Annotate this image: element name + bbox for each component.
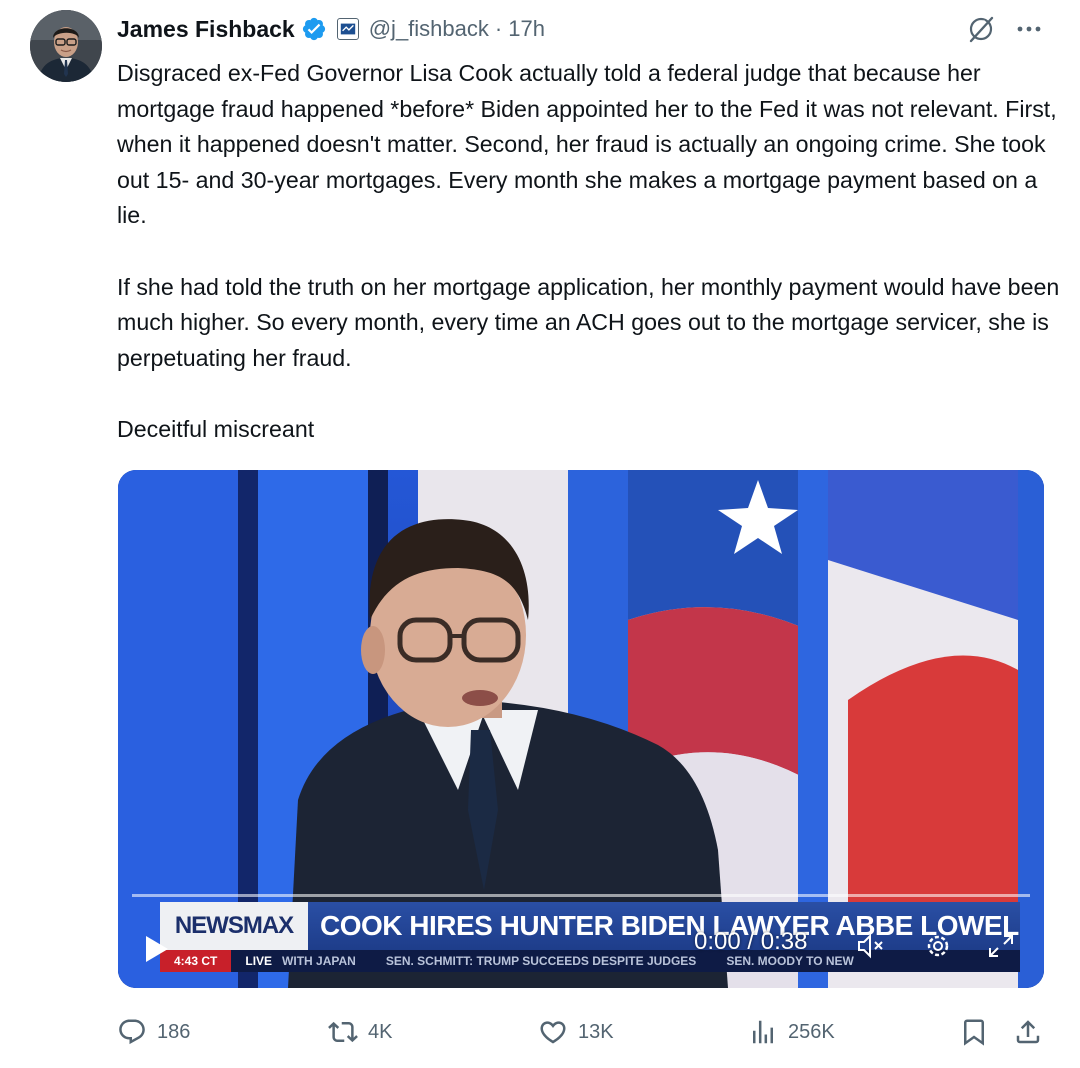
repost-button[interactable]: 4K <box>328 1010 392 1054</box>
fullscreen-icon[interactable] <box>986 932 1016 960</box>
views-button[interactable]: 256K <box>748 1010 835 1054</box>
mute-icon[interactable] <box>856 932 886 960</box>
tweet-header: James Fishback @j_fishback · 17h <box>117 12 545 46</box>
user-handle[interactable]: @j_fishback <box>369 16 489 42</box>
verified-badge-icon[interactable] <box>301 16 327 42</box>
tweet-paragraph: Deceitful miscreant <box>117 415 315 442</box>
video-progress-bar[interactable] <box>132 894 1030 897</box>
heart-icon <box>540 1021 566 1044</box>
video-player[interactable]: NEWSMAX COOK HIRES HUNTER BIDEN LAWYER A… <box>118 470 1044 988</box>
news-headline: COOK HIRES HUNTER BIDEN LAWYER ABBE LOWE… <box>308 902 1020 950</box>
tweet-text: Disgraced ex-Fed Governor Lisa Cook actu… <box>117 56 1062 448</box>
separator-dot: · <box>494 16 503 41</box>
tweet-paragraph: If she had told the truth on her mortgag… <box>117 273 1060 371</box>
play-icon[interactable] <box>144 934 170 964</box>
ticker-item: WITH JAPAN <box>282 954 356 968</box>
timestamp[interactable]: 17h <box>508 16 545 42</box>
bookmark-icon <box>964 1019 984 1046</box>
like-button[interactable]: 13K <box>538 1010 614 1054</box>
tweet-paragraph: Disgraced ex-Fed Governor Lisa Cook actu… <box>117 60 1057 229</box>
reply-count: 186 <box>157 1020 191 1043</box>
repost-count: 4K <box>368 1020 393 1043</box>
more-options-icon[interactable] <box>1014 16 1044 42</box>
avatar-image <box>30 10 102 82</box>
views-count: 256K <box>788 1020 835 1043</box>
video-timecode: 0:00 / 0:38 <box>694 928 808 955</box>
ticker-item: SEN. SCHMITT: TRUMP SUCCEEDS DESPITE JUD… <box>385 954 697 968</box>
bookmark-button[interactable] <box>959 1010 989 1054</box>
broadcaster-logo: NEWSMAX <box>160 902 308 950</box>
action-bar: 186 4K 13K 256K <box>117 1010 1047 1054</box>
settings-gear-icon[interactable] <box>924 932 952 960</box>
grok-icon[interactable] <box>966 14 996 44</box>
repost-icon <box>328 1021 358 1043</box>
display-name[interactable]: James Fishback <box>117 16 295 43</box>
ticker-time: 4:43 CT <box>160 950 232 972</box>
affiliation-badge-icon[interactable] <box>336 18 359 40</box>
ticker-live: LIVE <box>245 954 273 968</box>
share-icon <box>1016 1020 1040 1044</box>
reply-button[interactable]: 186 <box>117 1010 190 1054</box>
reply-icon <box>119 1019 145 1045</box>
avatar[interactable] <box>30 10 102 82</box>
share-button[interactable] <box>1013 1010 1043 1054</box>
news-lower-third: NEWSMAX COOK HIRES HUNTER BIDEN LAWYER A… <box>160 902 1020 950</box>
news-ticker: 4:43 CT LIVE WITH JAPAN SEN. SCHMITT: TR… <box>160 950 1020 972</box>
ticker-item: SEN. MOODY TO NEW <box>726 954 854 968</box>
like-count: 13K <box>578 1020 614 1043</box>
views-icon <box>753 1020 773 1044</box>
